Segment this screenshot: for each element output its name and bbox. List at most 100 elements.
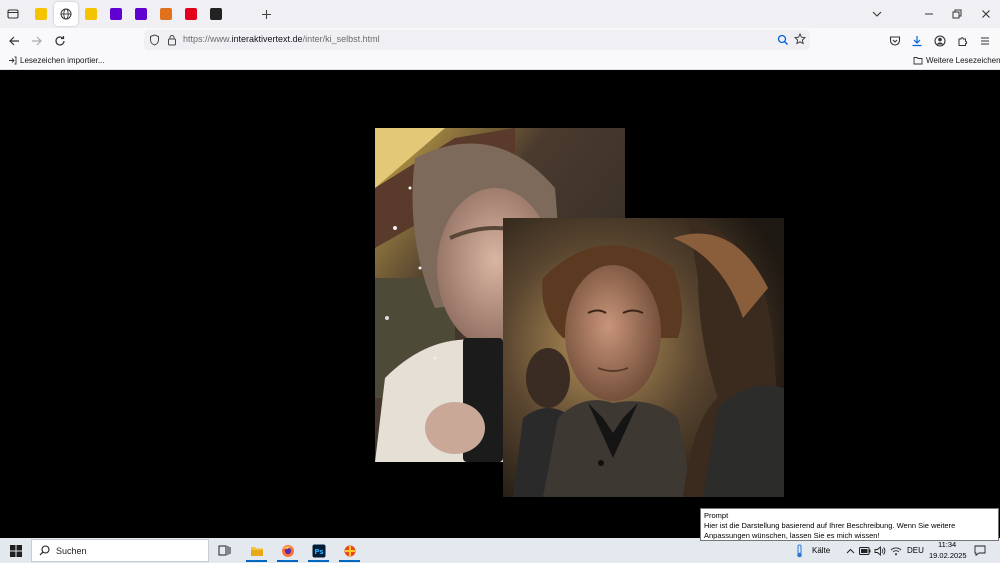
browser-tab[interactable] xyxy=(79,2,103,26)
pocket-button[interactable] xyxy=(885,31,905,51)
task-view-button[interactable] xyxy=(211,539,238,562)
forward-button[interactable] xyxy=(27,31,47,51)
yellow-badge xyxy=(85,8,97,20)
url-text[interactable]: https://www.interaktivertext.de/inter/ki… xyxy=(183,34,380,44)
reload-button[interactable] xyxy=(50,31,70,51)
new-tab-button[interactable] xyxy=(255,4,277,24)
lock-icon[interactable] xyxy=(167,34,177,46)
yellow-badge xyxy=(35,8,47,20)
browser-tab[interactable] xyxy=(179,2,203,26)
search-icon[interactable] xyxy=(777,34,789,46)
account-icon xyxy=(934,35,946,47)
pocket-icon xyxy=(889,36,901,46)
notification-icon xyxy=(974,545,986,556)
photoshop-button[interactable]: Ps xyxy=(305,539,332,562)
extensions-button[interactable] xyxy=(953,31,973,51)
running-indicator xyxy=(308,560,329,562)
bookmark-star-icon[interactable] xyxy=(794,33,806,45)
minimize-button[interactable] xyxy=(918,4,940,24)
tab-overflow-button[interactable] xyxy=(866,4,888,24)
task-view-icon xyxy=(218,545,231,556)
bookmarks-toolbar: Lesezeichen importier... Weitere Lesezei… xyxy=(0,53,1000,70)
thermometer-icon xyxy=(796,544,802,557)
windows-logo-icon xyxy=(9,544,22,557)
restore-button[interactable] xyxy=(946,4,968,24)
folder-icon xyxy=(913,57,923,65)
prompt-tooltip: Prompt Hier ist die Darstellung basieren… xyxy=(700,508,999,541)
clock-date[interactable]: 19.02.2025 xyxy=(929,551,967,560)
file-explorer-button[interactable] xyxy=(243,539,270,562)
arrow-right-icon xyxy=(32,36,42,46)
app-button[interactable] xyxy=(336,539,363,562)
screen: https://www.interaktivertext.de/inter/ki… xyxy=(0,0,1000,563)
close-icon xyxy=(982,10,990,18)
menu-button[interactable] xyxy=(975,31,995,51)
restore-icon xyxy=(952,9,962,19)
arrow-left-icon xyxy=(9,36,19,46)
wifi-icon xyxy=(890,546,902,555)
other-bookmarks-label: Weitere Lesezeichen xyxy=(926,56,1000,65)
globe-icon xyxy=(60,8,72,20)
network-button[interactable] xyxy=(889,539,903,562)
tab-strip xyxy=(0,0,1000,28)
close-button[interactable] xyxy=(975,4,997,24)
running-indicator xyxy=(277,560,298,562)
search-icon xyxy=(39,545,50,556)
import-icon xyxy=(9,56,17,65)
running-indicator xyxy=(246,560,267,562)
ai-portrait-image xyxy=(503,218,784,497)
firefox-icon xyxy=(281,544,294,557)
browser-tab[interactable] xyxy=(29,2,53,26)
volume-button[interactable] xyxy=(873,539,887,562)
photoshop-icon: Ps xyxy=(312,544,325,557)
browser-tab[interactable] xyxy=(104,2,128,26)
hamburger-menu-icon xyxy=(981,37,989,45)
start-button[interactable] xyxy=(2,539,29,562)
language-indicator[interactable]: DEU xyxy=(907,546,924,555)
url-bar[interactable]: https://www.interaktivertext.de/inter/ki… xyxy=(144,30,810,50)
weather-widget[interactable] xyxy=(789,539,809,562)
weather-label[interactable]: Kälte xyxy=(812,546,830,555)
app-icon xyxy=(344,545,355,556)
red-f-icon xyxy=(185,8,197,20)
back-button[interactable] xyxy=(4,31,24,51)
ai-portrait-graphic xyxy=(503,218,784,497)
taskbar: Suchen Ps Kälte DEU 11:34 19.02.2025 xyxy=(0,538,1000,563)
page-content xyxy=(0,71,1000,538)
speaker-icon xyxy=(874,545,886,556)
taskbar-search-label: Suchen xyxy=(56,545,87,556)
notifications-button[interactable] xyxy=(971,539,989,562)
clock-time[interactable]: 11:34 xyxy=(938,540,956,549)
reload-icon xyxy=(55,36,65,46)
puzzle-icon xyxy=(958,37,968,46)
plus-icon xyxy=(261,9,271,19)
browser-tab[interactable] xyxy=(204,2,228,26)
url-path: /inter/ki_selbst.html xyxy=(302,34,380,44)
tooltip-title: Prompt xyxy=(704,511,729,520)
firefox-button[interactable] xyxy=(274,539,301,562)
yahoo-icon xyxy=(135,8,147,20)
taskbar-search[interactable]: Suchen xyxy=(31,539,209,562)
import-bookmarks-item[interactable]: Lesezeichen importier... xyxy=(8,56,105,65)
browser-tab[interactable] xyxy=(129,2,153,26)
show-hidden-icons-button[interactable] xyxy=(843,539,857,562)
other-bookmarks-item[interactable]: Weitere Lesezeichen xyxy=(913,56,1000,65)
tooltip-text: Hier ist die Darstellung basierend auf I… xyxy=(704,521,956,540)
tab-list-button[interactable] xyxy=(2,4,24,24)
battery-icon xyxy=(859,546,871,555)
url-host: interaktivertext.de xyxy=(231,34,303,44)
account-button[interactable] xyxy=(930,31,950,51)
yahoo-icon xyxy=(110,8,122,20)
browser-tab[interactable] xyxy=(54,2,78,26)
chevron-down-icon xyxy=(872,11,882,17)
import-bookmarks-label: Lesezeichen importier... xyxy=(20,56,105,65)
navigation-toolbar: https://www.interaktivertext.de/inter/ki… xyxy=(0,28,1000,53)
downloads-button[interactable] xyxy=(907,31,927,51)
minimize-icon xyxy=(925,13,933,15)
folder-icon xyxy=(250,546,263,556)
browser-tab[interactable] xyxy=(154,2,178,26)
dark-square-icon xyxy=(210,8,222,20)
shield-icon[interactable] xyxy=(149,34,160,46)
battery-button[interactable] xyxy=(858,539,872,562)
running-indicator xyxy=(339,560,360,562)
